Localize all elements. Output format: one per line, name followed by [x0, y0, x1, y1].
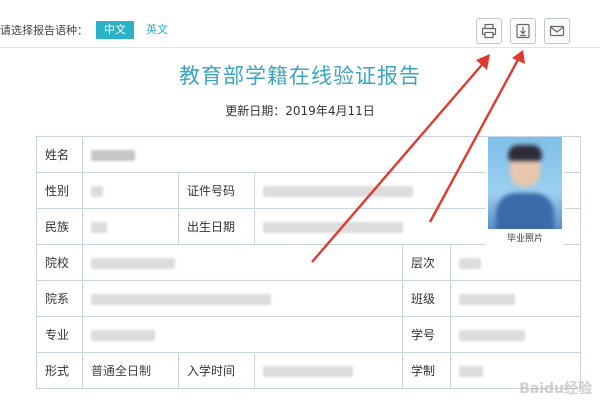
redacted-name	[91, 149, 135, 161]
ethnicity-label: 民族	[36, 208, 83, 245]
ethnicity-value	[82, 208, 179, 245]
chinese-language-button[interactable]: 中文	[96, 21, 134, 39]
student-number-value	[449, 316, 582, 353]
class-value	[449, 280, 582, 317]
watermark: Baidu经验	[519, 381, 592, 397]
redacted-enrollment-date	[263, 365, 353, 377]
redacted-ethnicity	[91, 221, 107, 233]
redacted-duration	[459, 365, 483, 377]
redacted-birth-date	[263, 221, 403, 233]
language-selector: 请选择报告语种： 中文 英文	[0, 18, 180, 42]
graduation-photo-cell: 毕业照片	[486, 137, 564, 245]
duration-label: 学制	[402, 352, 451, 389]
redacted-student-number	[459, 329, 525, 341]
english-language-button[interactable]: 英文	[138, 21, 176, 39]
study-form-value: 普通全日制	[82, 352, 179, 389]
department-label: 院系	[36, 280, 83, 317]
graduation-photo	[488, 137, 562, 229]
name-label: 姓名	[36, 136, 83, 173]
printer-icon	[481, 23, 497, 39]
redacted-school	[91, 257, 175, 269]
gender-label: 性别	[36, 172, 83, 209]
table-row: 专业 学号	[36, 316, 582, 353]
department-value	[82, 280, 403, 317]
enrollment-date-value	[254, 352, 403, 389]
report-toolbar	[476, 18, 570, 44]
redacted-department	[91, 293, 271, 305]
birth-date-label: 出生日期	[178, 208, 255, 245]
table-row: 形式 普通全日制 入学时间 学制	[36, 352, 582, 389]
redacted-class	[459, 293, 515, 305]
major-value	[82, 316, 403, 353]
school-value	[82, 244, 403, 281]
download-button[interactable]	[510, 18, 536, 44]
level-label: 层次	[402, 244, 451, 281]
email-button[interactable]	[544, 18, 570, 44]
header-divider	[0, 47, 600, 48]
table-row: 院系 班级	[36, 280, 582, 317]
update-date-line: 更新日期：2019年4月11日	[0, 102, 600, 119]
email-icon	[549, 25, 565, 37]
update-date-label: 更新日期：	[225, 104, 286, 118]
redacted-level	[459, 257, 481, 269]
download-icon	[516, 23, 530, 39]
major-label: 专业	[36, 316, 83, 353]
student-number-label: 学号	[402, 316, 451, 353]
redacted-major	[91, 329, 155, 341]
id-number-label: 证件号码	[178, 172, 255, 209]
photo-hair	[508, 145, 542, 161]
level-value	[449, 244, 582, 281]
school-label: 院校	[36, 244, 83, 281]
study-form-label: 形式	[36, 352, 83, 389]
enrollment-date-label: 入学时间	[178, 352, 255, 389]
redacted-gender	[91, 185, 103, 197]
print-button[interactable]	[476, 18, 502, 44]
report-title: 教育部学籍在线验证报告	[179, 64, 421, 88]
photo-caption: 毕业照片	[506, 234, 543, 244]
update-date-value: 2019年4月11日	[285, 104, 375, 118]
table-row: 院校 层次	[36, 244, 582, 281]
language-label: 请选择报告语种：	[0, 24, 88, 37]
photo-body	[496, 193, 554, 229]
class-label: 班级	[402, 280, 451, 317]
redacted-id-number	[263, 185, 413, 197]
gender-value	[82, 172, 179, 209]
